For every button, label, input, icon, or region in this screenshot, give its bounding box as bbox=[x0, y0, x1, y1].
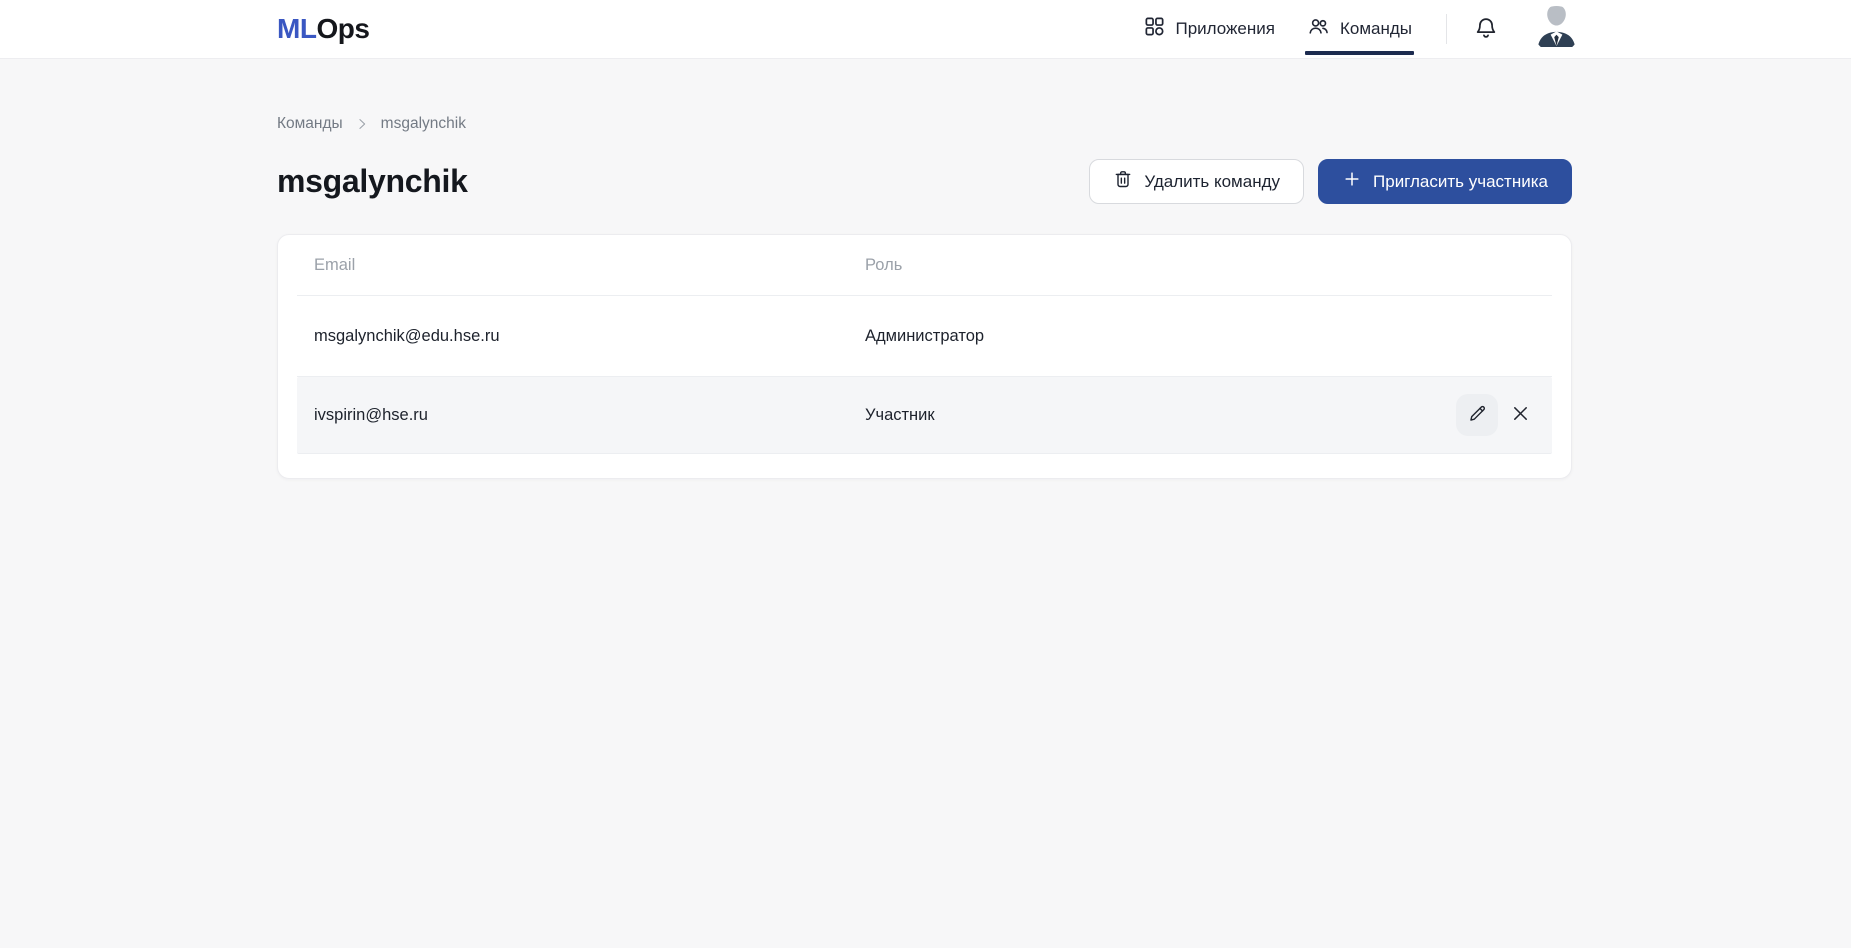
nav-item-applications[interactable]: Приложения bbox=[1141, 0, 1277, 58]
top-header: MLOps Приложения Команды bbox=[0, 0, 1851, 59]
member-role: Администратор bbox=[865, 326, 985, 345]
delete-team-label: Удалить команду bbox=[1144, 171, 1281, 191]
avatar[interactable] bbox=[1533, 5, 1580, 53]
bell-icon bbox=[1473, 15, 1499, 44]
active-tab-underline bbox=[1304, 51, 1414, 55]
members-table-card: Email Роль msgalynchik@edu.hse.ru Админи… bbox=[277, 234, 1572, 479]
nav-item-teams[interactable]: Команды bbox=[1304, 0, 1414, 58]
column-header-role: Роль bbox=[865, 255, 903, 274]
header-nav: Приложения Команды bbox=[1141, 0, 1581, 58]
remove-member-button[interactable] bbox=[1510, 403, 1531, 427]
nav-label-teams: Команды bbox=[1339, 19, 1412, 38]
member-role: Участник bbox=[865, 405, 935, 424]
trash-icon bbox=[1113, 169, 1133, 194]
plus-icon bbox=[1342, 169, 1362, 194]
logo-ops: Ops bbox=[316, 13, 370, 44]
person-in-suit-icon bbox=[1533, 5, 1580, 53]
main-content: Команды msgalynchik msgalynchik Удалить … bbox=[0, 115, 1851, 479]
close-x-icon bbox=[1510, 403, 1531, 427]
logo[interactable]: MLOps bbox=[277, 13, 370, 45]
delete-team-button[interactable]: Удалить команду bbox=[1089, 159, 1305, 204]
page-title: msgalynchik bbox=[277, 163, 468, 199]
member-row[interactable]: ivspirin@hse.ru Участник bbox=[297, 377, 1552, 454]
column-header-email: Email bbox=[314, 255, 356, 274]
member-email: ivspirin@hse.ru bbox=[314, 405, 428, 424]
page-actions: Удалить команду Пригласить участника bbox=[1089, 159, 1572, 204]
title-row: msgalynchik Удалить команду Пригласить у… bbox=[277, 159, 1572, 204]
row-actions bbox=[1456, 394, 1552, 436]
teams-people-icon bbox=[1307, 15, 1330, 43]
app-root: MLOps Приложения Команды Команды msgalyn… bbox=[0, 0, 1851, 479]
apps-grid-icon bbox=[1143, 15, 1166, 43]
header-divider bbox=[1446, 14, 1447, 44]
notifications-button[interactable] bbox=[1469, 11, 1503, 48]
member-row[interactable]: msgalynchik@edu.hse.ru Администратор bbox=[297, 296, 1552, 377]
breadcrumb: Команды msgalynchik bbox=[277, 115, 1572, 133]
chevron-right-icon bbox=[355, 117, 369, 131]
edit-member-button[interactable] bbox=[1456, 394, 1498, 436]
table-header-row: Email Роль bbox=[297, 235, 1552, 296]
invite-member-button[interactable]: Пригласить участника bbox=[1318, 159, 1572, 204]
pencil-edit-icon bbox=[1467, 403, 1488, 427]
invite-member-label: Пригласить участника bbox=[1373, 171, 1548, 191]
nav-label-applications: Приложения bbox=[1175, 19, 1275, 38]
member-email: msgalynchik@edu.hse.ru bbox=[314, 326, 500, 345]
breadcrumb-teams-link[interactable]: Команды bbox=[277, 115, 343, 133]
breadcrumb-current: msgalynchik bbox=[380, 115, 466, 132]
logo-ml: ML bbox=[277, 13, 317, 44]
